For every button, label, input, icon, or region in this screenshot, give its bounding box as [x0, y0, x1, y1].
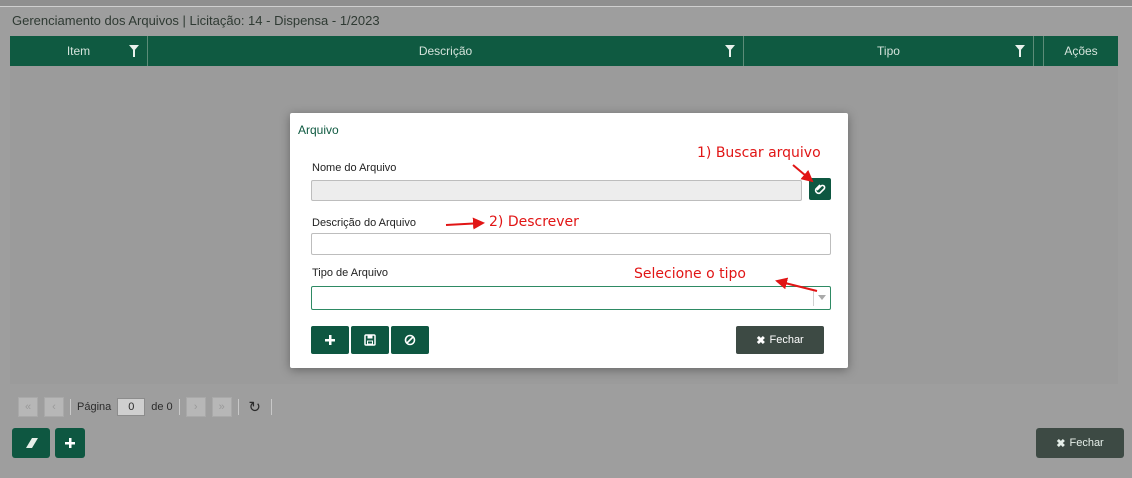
grid-header: Item Descrição Tipo Ações — [10, 36, 1118, 66]
column-item-label: Item — [66, 44, 91, 58]
annotation-step3: Selecione o tipo — [634, 266, 746, 282]
pager-separator — [70, 399, 71, 415]
select-divider — [813, 290, 814, 306]
page-count: de 0 — [151, 401, 173, 413]
column-item[interactable]: Item — [10, 36, 148, 66]
add-file-button[interactable] — [311, 326, 349, 354]
window-title: Gerenciamento dos Arquivos | Licitação: … — [12, 13, 380, 28]
description-label: Descrição do Arquivo — [312, 217, 416, 229]
column-acoes-label: Ações — [1064, 44, 1098, 58]
chevron-down-icon[interactable] — [818, 295, 826, 300]
prev-page-button[interactable]: ‹ — [44, 397, 64, 417]
paperclip-icon — [814, 184, 826, 195]
close-dialog-label: Fechar — [769, 334, 804, 346]
close-icon: ✖ — [756, 334, 766, 347]
ban-icon — [404, 334, 416, 346]
eraser-icon — [26, 438, 38, 448]
file-type-label: Tipo de Arquivo — [312, 267, 389, 279]
eraser-button[interactable] — [12, 428, 50, 458]
first-page-button[interactable]: « — [18, 397, 38, 417]
page-label: Página — [77, 401, 112, 413]
filter-icon[interactable] — [1015, 45, 1025, 57]
file-name-field[interactable] — [311, 180, 802, 201]
annotation-step2: 2) Descrever — [489, 214, 579, 230]
close-dialog-button[interactable]: ✖ Fechar — [736, 326, 824, 354]
dialog-title: Arquivo — [298, 123, 339, 137]
browse-file-button[interactable] — [809, 178, 831, 200]
close-window-button[interactable]: ✖ Fechar — [1036, 428, 1124, 458]
column-hidden[interactable] — [1034, 36, 1044, 66]
filter-icon[interactable] — [129, 45, 139, 57]
file-name-label: Nome do Arquivo — [312, 162, 397, 174]
column-acoes[interactable]: Ações — [1044, 36, 1118, 66]
column-descricao-label: Descrição — [418, 44, 473, 58]
page-input[interactable]: 0 — [117, 398, 146, 416]
pager-separator — [237, 399, 239, 415]
cancel-button[interactable] — [391, 326, 429, 354]
annotation-step1: 1) Buscar arquivo — [697, 145, 821, 161]
plus-icon — [65, 438, 75, 448]
pager-separator — [178, 399, 180, 415]
add-button[interactable] — [55, 428, 85, 458]
save-icon — [364, 334, 376, 346]
pager: « ‹ Página 0 de 0 › » ↻ — [10, 392, 1118, 422]
column-descricao[interactable]: Descrição — [148, 36, 744, 66]
plus-icon — [325, 335, 335, 345]
pager-separator — [270, 399, 272, 415]
file-type-select[interactable] — [311, 286, 831, 310]
description-field[interactable] — [311, 233, 831, 255]
refresh-icon[interactable]: ↻ — [245, 397, 265, 417]
last-page-button[interactable]: » — [211, 397, 232, 417]
column-tipo-label: Tipo — [877, 44, 900, 58]
column-tipo[interactable]: Tipo — [744, 36, 1034, 66]
close-icon: ✖ — [1056, 437, 1066, 450]
close-window-label: Fechar — [1069, 437, 1104, 449]
filter-icon[interactable] — [725, 45, 735, 57]
save-button[interactable] — [351, 326, 389, 354]
next-page-button[interactable]: › — [185, 397, 206, 417]
